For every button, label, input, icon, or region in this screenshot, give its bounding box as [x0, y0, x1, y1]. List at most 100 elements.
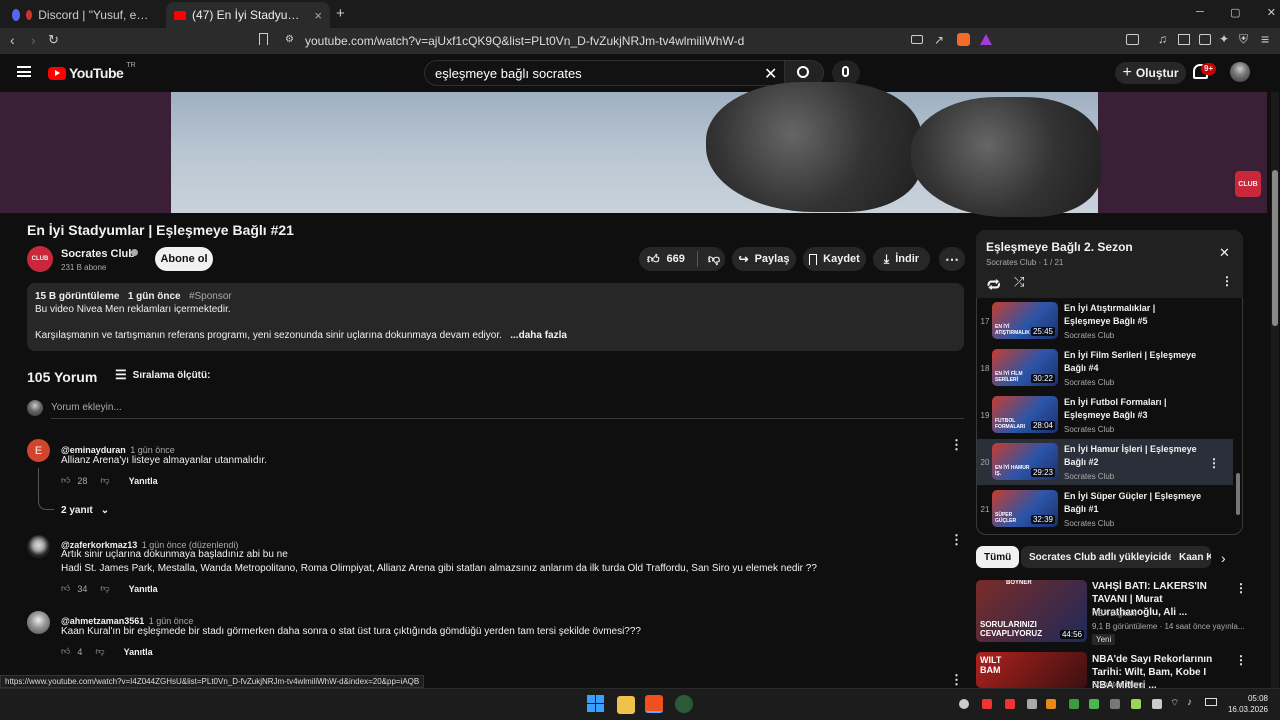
subscribe-button[interactable]: Abone ol — [155, 247, 213, 271]
wifi-icon[interactable]: ⌔ — [1170, 697, 1179, 710]
avatar[interactable]: E — [27, 439, 50, 462]
brave-shield-icon[interactable] — [957, 33, 970, 46]
wallet-icon[interactable] — [1126, 34, 1139, 45]
address-bar[interactable]: youtube.com/watch?v=ajUxf1cQK9Q&list=PLt… — [305, 31, 925, 51]
close-tab-icon[interactable]: × — [314, 8, 322, 23]
clock[interactable]: 05:08 16.03.2026 — [1224, 693, 1268, 715]
brave-browser-icon[interactable] — [645, 695, 663, 713]
reply-button[interactable]: Yanıtla — [124, 647, 153, 657]
menu-icon[interactable] — [17, 66, 31, 77]
tray-icon[interactable] — [1089, 699, 1099, 709]
tray-icon[interactable] — [1152, 699, 1162, 709]
comment-menu-icon[interactable]: ⋮ — [950, 672, 963, 688]
like-button[interactable]: 👍︎ 669 — [647, 252, 685, 267]
playlist-item[interactable]: 19 FUTBOL FORMALARI 28:04 En İyi Futbol For… — [977, 392, 1233, 438]
tray-icon[interactable] — [1069, 699, 1079, 709]
playlist-thumbnail[interactable]: EN İYİ ATIŞTIRMALIK 25:45 — [992, 302, 1058, 339]
playlist-item[interactable]: 18 EN İYİ FİLM SERİLERİ 30:22 En İyi Film S… — [977, 345, 1233, 391]
playlist-item-title[interactable]: En İyi Film Serileri | Eşleşmeye Bağlı #… — [1064, 349, 1204, 375]
channel-avatar[interactable]: CLUB — [27, 246, 53, 272]
chip-kaan[interactable]: Kaan K — [1171, 546, 1211, 568]
comment-time[interactable]: 1 gün önce — [149, 616, 194, 626]
playlist-item[interactable]: 20 EN İYİ HAMUR İŞ. 29:23 En İyi Hamur İşle… — [977, 439, 1233, 485]
avatar[interactable] — [27, 535, 50, 558]
forward-icon[interactable]: › — [31, 32, 36, 48]
playlist-thumbnail[interactable]: EN İYİ HAMUR İŞ. 29:23 — [992, 443, 1058, 480]
close-playlist-icon[interactable]: ✕ — [1219, 245, 1230, 261]
comment-time[interactable]: 1 gün önce — [130, 445, 175, 455]
loop-icon[interactable]: 🔁︎ — [987, 274, 1001, 295]
cast-icon[interactable] — [911, 35, 923, 44]
playlist-item[interactable]: 17 EN İYİ ATIŞTIRMALIK 25:45 En İyi Atıştır… — [977, 298, 1233, 344]
thumbs-down-icon[interactable]: 👎︎ — [100, 475, 109, 486]
windows-start-icon[interactable] — [587, 695, 604, 712]
channel-watermark[interactable]: CLUB — [1235, 171, 1261, 197]
maximize-button[interactable]: ▢ — [1230, 6, 1240, 19]
playlist-thumbnail[interactable]: SÜPER GÜÇLER 32:39 — [992, 490, 1058, 527]
playlist-scroll-thumb[interactable] — [1236, 473, 1240, 515]
thumbs-up-icon[interactable]: 👍︎ — [61, 475, 70, 486]
page-scroll-thumb[interactable] — [1272, 170, 1278, 326]
thumbs-up-icon[interactable]: 👍︎ — [61, 646, 70, 657]
playlist-item-channel[interactable]: Socrates Club — [1064, 331, 1114, 340]
thumbs-down-icon[interactable]: 👎︎ — [95, 646, 104, 657]
tray-icon[interactable] — [1027, 699, 1037, 709]
recommended-thumbnail[interactable]: BOYNER SORULARINIZI CEVAPLIYORUZ 44:56 — [976, 580, 1087, 642]
sort-button[interactable]: ☰ Sıralama ölçütü: — [115, 367, 210, 383]
close-window-button[interactable]: ✕ — [1267, 6, 1276, 19]
playlist-menu-icon[interactable]: ⋮ — [1221, 274, 1233, 288]
playlist-thumbnail[interactable]: FUTBOL FORMALARI 28:04 — [992, 396, 1058, 433]
youtube-logo[interactable]: YouTube TR — [48, 62, 136, 81]
bookmark-icon[interactable] — [259, 33, 268, 45]
file-explorer-icon[interactable] — [617, 696, 635, 714]
volume-icon[interactable]: ♪ — [1187, 697, 1192, 708]
reload-icon[interactable]: ↻ — [48, 32, 59, 48]
media-icon[interactable]: ♫ — [1158, 32, 1167, 46]
recommended-channel[interactable]: Socrates Dergi — [1092, 680, 1145, 688]
thumbs-up-icon[interactable]: 👍︎ — [61, 583, 70, 594]
reply-button[interactable]: Yanıtla — [129, 476, 158, 486]
sponsor-tag[interactable]: #Sponsor — [189, 291, 232, 302]
tray-icon[interactable] — [1046, 699, 1056, 709]
vpn-icon[interactable]: ⛨ — [1239, 32, 1248, 47]
chip-uploader[interactable]: Socrates Club adlı yükleyiciden — [1021, 546, 1188, 568]
save-button[interactable]: Kaydet — [803, 247, 866, 271]
brave-rewards-icon[interactable] — [980, 34, 992, 45]
playlist-item-channel[interactable]: Socrates Club — [1064, 519, 1114, 528]
back-icon[interactable]: ‹ — [10, 32, 15, 48]
download-button[interactable]: ⤓ İndir — [873, 247, 930, 271]
playlist-item-title[interactable]: En İyi Atıştırmalıklar | Eşleşmeye Bağlı… — [1064, 302, 1204, 328]
playlist-item-title[interactable]: En İyi Hamur İşleri | Eşleşmeye Bağlı #2 — [1064, 443, 1204, 469]
playlist-title[interactable]: Eşleşmeye Bağlı 2. Sezon — [986, 240, 1133, 254]
playlist-scrollbar[interactable] — [1236, 298, 1240, 530]
reply-button[interactable]: Yanıtla — [129, 584, 158, 594]
share-page-icon[interactable]: ↗ — [934, 33, 944, 47]
app-icon[interactable] — [675, 695, 693, 713]
shuffle-icon[interactable]: ⤮ — [1014, 274, 1024, 290]
recommended-thumbnail[interactable]: WILT BAM — [976, 652, 1087, 688]
playlist-item-channel[interactable]: Socrates Club — [1064, 472, 1114, 481]
recommended-channel[interactable]: NBA Digitale — [1092, 609, 1137, 618]
minimize-button[interactable]: ─ — [1196, 6, 1204, 19]
extensions-icon[interactable] — [1199, 34, 1211, 45]
search-input[interactable]: eşleşmeye bağlı socrates — [424, 60, 788, 86]
description-box[interactable]: 15 B görüntüleme 1 gün önce #Sponsor Bu … — [27, 283, 964, 351]
thumbs-down-icon[interactable]: 👎︎ — [100, 583, 109, 594]
video-frame[interactable] — [171, 82, 1101, 217]
comment-author[interactable]: @ahmetzaman3561 — [61, 616, 144, 626]
recommended-menu-icon[interactable]: ⋮ — [1235, 653, 1247, 667]
tray-icon[interactable] — [1110, 699, 1120, 709]
avatar[interactable] — [1230, 62, 1250, 82]
new-tab-button[interactable]: + — [336, 5, 345, 22]
dislike-button[interactable]: 👎︎ — [708, 252, 720, 267]
leo-ai-icon[interactable]: ✦ — [1219, 32, 1229, 46]
tab-discord[interactable]: Discord | "Yusuf, exile, andiya, ..." — [4, 2, 162, 28]
page-scrollbar[interactable] — [1271, 92, 1279, 688]
sidebar-icon[interactable] — [1178, 34, 1190, 45]
recommended-menu-icon[interactable]: ⋮ — [1235, 581, 1247, 595]
tray-icon[interactable] — [959, 699, 969, 709]
channel-name[interactable]: Socrates Club — [61, 248, 135, 260]
playlist-item-title[interactable]: En İyi Futbol Formaları | Eşleşmeye Bağl… — [1064, 396, 1204, 422]
playlist-item-menu-icon[interactable]: ⋮ — [1208, 456, 1220, 470]
comment-menu-icon[interactable]: ⋮ — [950, 437, 963, 453]
